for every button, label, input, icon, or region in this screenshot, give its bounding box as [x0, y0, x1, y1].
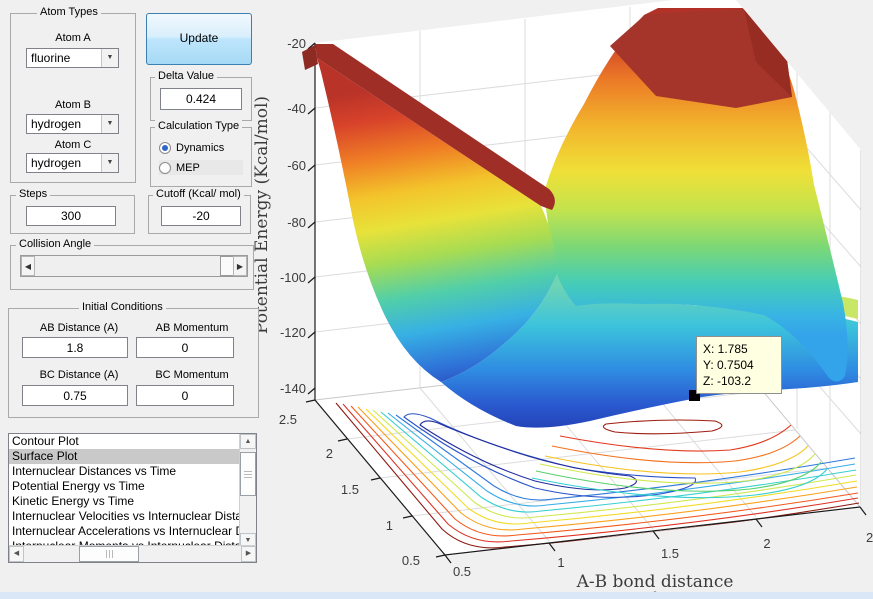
slider-left-arrow-icon[interactable]: ◀ [21, 256, 35, 276]
bc-momentum-field[interactable] [136, 385, 234, 406]
x-tick-label: 2 [763, 536, 771, 551]
horizontal-scrollbar[interactable]: ◀ ▶ [9, 545, 256, 562]
y-tick-label: 0.5 [401, 553, 420, 568]
z-tick-label: -80 [287, 215, 306, 230]
ab-momentum-label: AB Momentum [155, 322, 229, 334]
y-tick-label: 2.5 [278, 412, 297, 427]
window-bottom-strip [0, 592, 873, 599]
initial-conditions-title: Initial Conditions [79, 301, 166, 313]
list-item[interactable]: Contour Plot [9, 434, 240, 449]
z-tick-label: -20 [287, 36, 306, 51]
chevron-down-icon[interactable]: ▼ [101, 115, 118, 133]
atom-c-value: hydrogen [31, 156, 82, 170]
bc-distance-field[interactable] [22, 385, 128, 406]
datatip-z: Z: -103.2 [703, 374, 752, 388]
cutoff-title: Cutoff (Kcal/ mol) [153, 188, 244, 200]
plot-type-list: Contour Plot Surface Plot Internuclear D… [9, 434, 240, 546]
radio-unselected-icon[interactable] [159, 161, 171, 174]
datatip-y: Y: 0.7504 [703, 358, 754, 372]
vertical-scroll-thumb[interactable] [240, 452, 256, 496]
radio-mep-label: MEP [176, 161, 200, 174]
atom-types-panel: Atom Types Atom A fluorine ▼ Atom B hydr… [10, 6, 136, 183]
z-tick-label: -100 [279, 270, 306, 285]
datatip-tooltip: X: 1.785 Y: 0.7504 Z: -103.2 [696, 336, 782, 394]
y-tick-label: 1.5 [340, 482, 359, 497]
z-tick-label: -40 [287, 101, 306, 116]
ab-momentum-field[interactable] [136, 337, 234, 358]
y-tick-label: 2 [325, 446, 333, 461]
x-tick-label: 1.5 [660, 546, 680, 561]
steps-title: Steps [16, 188, 51, 200]
atom-b-select[interactable]: hydrogen ▼ [26, 114, 119, 134]
atom-b-label: Atom B [54, 99, 92, 111]
radio-mep[interactable]: MEP [159, 160, 243, 175]
delta-value-panel: Delta Value [150, 70, 252, 121]
chevron-down-icon[interactable]: ▼ [101, 49, 118, 67]
plot-type-listbox[interactable]: Contour Plot Surface Plot Internuclear D… [8, 433, 257, 563]
ab-distance-field[interactable] [22, 337, 128, 358]
list-item[interactable]: Internuclear Velocities vs Internuclear … [9, 509, 240, 524]
collision-angle-panel: Collision Angle ◀ ▶ [10, 238, 254, 290]
atom-c-select[interactable]: hydrogen ▼ [26, 153, 119, 173]
steps-field[interactable] [26, 206, 116, 226]
collision-angle-title: Collision Angle [16, 238, 95, 250]
radio-selected-icon[interactable] [159, 141, 171, 154]
update-button[interactable]: Update [146, 13, 252, 65]
bc-distance-label: BC Distance (A) [39, 369, 119, 381]
list-item[interactable]: Kinetic Energy vs Time [9, 494, 240, 509]
z-tick-label: -120 [279, 325, 306, 340]
scroll-right-icon[interactable]: ▶ [241, 546, 256, 562]
list-item[interactable]: Internuclear Accelerations vs Internucle… [9, 524, 240, 539]
radio-dynamics[interactable]: Dynamics [159, 140, 224, 155]
datatip-x: X: 1.785 [703, 342, 748, 356]
delta-value-field[interactable] [160, 88, 242, 110]
list-item-selected[interactable]: Surface Plot [9, 449, 240, 464]
x-tick-label: 2.5 [865, 530, 873, 545]
application-window: -20 -40 -60 -80 -100 -120 -140 2.5 2 1.5… [0, 0, 873, 599]
delta-value-title: Delta Value [155, 70, 218, 82]
radio-dynamics-label: Dynamics [176, 141, 225, 154]
z-tick-label: -60 [287, 158, 306, 173]
collision-angle-slider[interactable]: ◀ ▶ [20, 255, 248, 277]
atom-b-value: hydrogen [31, 117, 82, 131]
list-item[interactable]: Potential Energy vs Time [9, 479, 240, 494]
atom-types-title: Atom Types [37, 6, 101, 18]
atom-a-select[interactable]: fluorine ▼ [26, 48, 119, 68]
calculation-type-title: Calculation Type [155, 120, 243, 132]
cutoff-field[interactable] [161, 206, 241, 226]
calculation-type-panel: Calculation Type Dynamics MEP [150, 120, 252, 187]
slider-right-arrow-icon[interactable]: ▶ [233, 256, 247, 276]
initial-conditions-panel: Initial Conditions AB Distance (A) AB Mo… [8, 301, 259, 418]
atom-c-label: Atom C [54, 139, 92, 151]
cutoff-panel: Cutoff (Kcal/ mol) [148, 188, 251, 234]
steps-panel: Steps [10, 188, 135, 234]
bc-momentum-label: BC Momentum [155, 369, 229, 381]
z-axis-label: Potential Energy (Kcal/mol) [252, 95, 272, 335]
x-tick-label: 1 [557, 555, 565, 570]
scroll-up-icon[interactable]: ▲ [240, 434, 256, 449]
horizontal-scroll-thumb[interactable] [79, 546, 139, 562]
x-tick-label: 0.5 [452, 564, 472, 579]
list-item[interactable]: Internuclear Distances vs Time [9, 464, 240, 479]
ab-distance-label: AB Distance (A) [39, 322, 119, 334]
chevron-down-icon[interactable]: ▼ [101, 154, 118, 172]
y-tick-label: 1 [385, 518, 393, 533]
vertical-scrollbar[interactable]: ▲ ▼ [239, 434, 256, 548]
atom-a-label: Atom A [55, 32, 91, 44]
z-tick-label: -140 [279, 381, 306, 396]
atom-a-value: fluorine [31, 51, 71, 65]
scroll-left-icon[interactable]: ◀ [9, 546, 24, 562]
